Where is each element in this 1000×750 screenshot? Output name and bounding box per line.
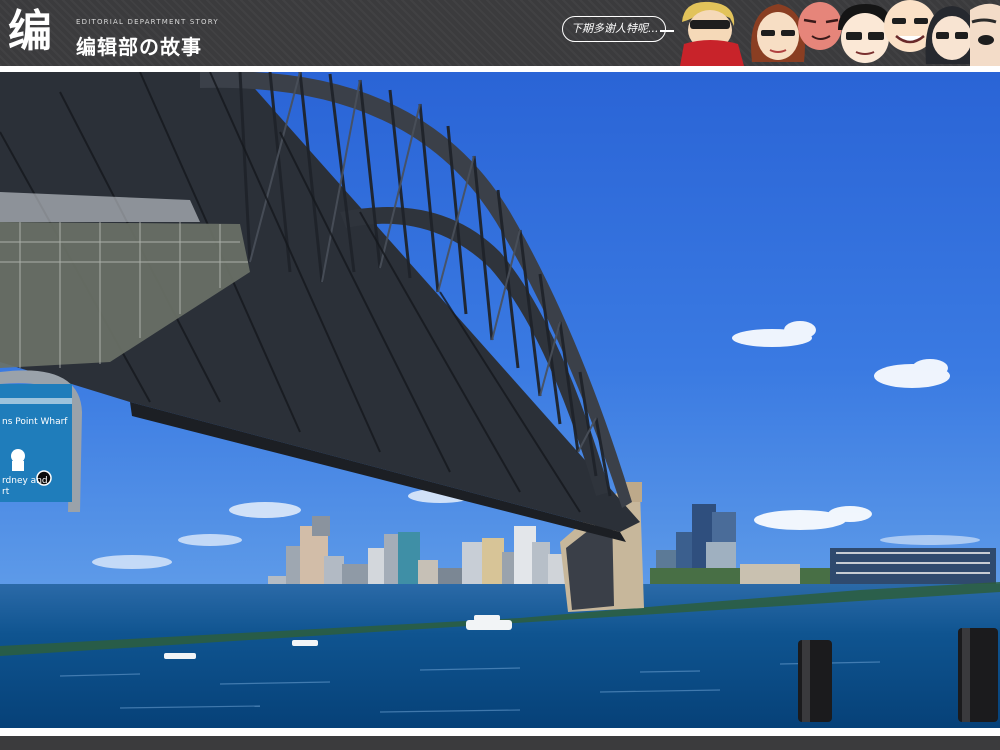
header-banner: 编 EDITORIAL DEPARTMENT STORY 编辑部の故事 下期多谢… [0,0,1000,66]
banner-title: 编辑部の故事 [76,35,202,59]
speech-bubble: 下期多谢人特呢... [562,16,666,42]
sign-line-1: ns Point Wharf [2,417,68,427]
footer-bar [0,736,1000,750]
partial-face-icon [970,3,1000,66]
sign-line-2: rdney and [2,476,48,486]
sign-line-3: rt [2,487,10,497]
brown-hair-face-icon [751,4,805,62]
bridge-structure [0,72,640,542]
glasses-man-face-icon [838,4,892,63]
wharf-sign: ns Point Wharf rdney and rt [0,370,82,512]
blonde-scarf-face-icon [680,1,744,66]
photo-scene: ns Point Wharf rdney and rt [0,72,1000,728]
bottom-divider [0,728,1000,736]
cartoon-faces-group [680,0,1000,66]
red-face-icon [798,2,842,50]
harbour-bridge-photo: ns Point Wharf rdney and rt [0,72,1000,728]
banner-subtitle: EDITORIAL DEPARTMENT STORY [76,18,219,26]
logo-glyph: 编 [8,6,52,57]
harbour-water [0,584,1000,728]
